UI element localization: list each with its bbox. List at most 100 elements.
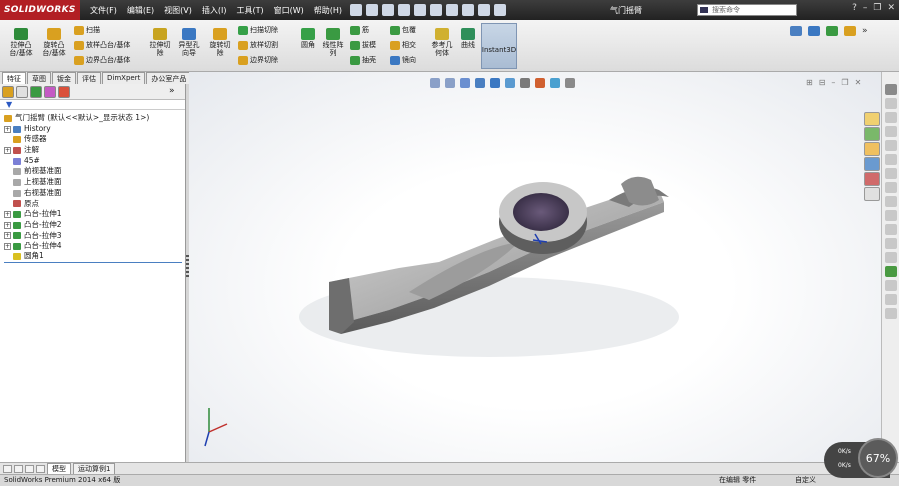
- menu-file[interactable]: 文件(F): [90, 5, 117, 16]
- undo-icon[interactable]: [430, 4, 443, 16]
- select-icon[interactable]: [446, 4, 459, 16]
- expand-ribbon-icon[interactable]: »: [862, 26, 868, 36]
- extrude-cut-button[interactable]: 拉伸切 除: [148, 28, 172, 57]
- menu-tools[interactable]: 工具(T): [236, 5, 263, 16]
- tree-item-fillet1[interactable]: 圆角1: [4, 251, 182, 263]
- viewport-minimize-icon[interactable]: –: [831, 78, 835, 87]
- menu-window[interactable]: 窗口(W): [274, 5, 304, 16]
- zoom-to-area-icon[interactable]: [445, 78, 455, 88]
- expand-toggle[interactable]: +: [4, 146, 11, 154]
- viewport-restore-icon[interactable]: ❐: [841, 78, 848, 87]
- save-icon[interactable]: [398, 4, 411, 16]
- search-commands-input[interactable]: 搜索命令: [697, 4, 797, 16]
- section-view-icon[interactable]: [475, 78, 485, 88]
- offset-icon[interactable]: [885, 224, 897, 235]
- sweep-button[interactable]: 扫描: [74, 25, 100, 35]
- apply-scene-icon[interactable]: [550, 78, 560, 88]
- photoview-icon[interactable]: [844, 26, 856, 36]
- extrude-boss-button[interactable]: 拉伸凸 台/基体: [6, 28, 36, 57]
- tab-features[interactable]: 特征: [2, 72, 26, 84]
- expand-toggle[interactable]: +: [4, 243, 11, 251]
- loft-boss-button[interactable]: 放样凸台/基体: [74, 40, 130, 50]
- smart-dimension-icon[interactable]: [885, 98, 897, 109]
- shell-button[interactable]: 抽壳: [350, 55, 376, 65]
- toolbox-icon[interactable]: [808, 26, 820, 36]
- tree-item-annotations[interactable]: + 注解: [4, 145, 185, 156]
- menu-view[interactable]: 视图(V): [164, 5, 192, 16]
- simulation-icon[interactable]: [826, 26, 838, 36]
- file-explorer-icon[interactable]: [864, 142, 880, 156]
- mirror-entities-icon[interactable]: [885, 238, 897, 249]
- tile-view-icon[interactable]: ⊟: [819, 78, 826, 87]
- file-properties-icon[interactable]: [478, 4, 491, 16]
- circle-icon[interactable]: [885, 140, 897, 151]
- fillet-button[interactable]: 圆角: [296, 28, 320, 49]
- restore-icon[interactable]: ❐: [873, 3, 881, 13]
- last-tab-icon[interactable]: [36, 464, 45, 473]
- trim-icon[interactable]: [885, 210, 897, 221]
- close-icon[interactable]: ✕: [887, 3, 895, 13]
- graphics-area[interactable]: [189, 72, 881, 462]
- tab-office-products[interactable]: 办公室产品: [146, 72, 192, 84]
- zoom-to-fit-icon[interactable]: [430, 78, 440, 88]
- revolve-boss-button[interactable]: 旋转凸 台/基体: [38, 28, 70, 57]
- menu-insert[interactable]: 插入(I): [202, 5, 227, 16]
- open-icon[interactable]: [382, 4, 395, 16]
- mirror-button[interactable]: 镜向: [390, 55, 416, 65]
- status-units[interactable]: 自定义: [795, 475, 816, 486]
- instant3d-button[interactable]: Instant3D: [481, 23, 517, 69]
- new-icon[interactable]: [366, 4, 379, 16]
- quick-snaps-icon[interactable]: [885, 294, 897, 305]
- hole-wizard-button[interactable]: 异型孔 向导: [174, 28, 204, 57]
- view-settings-icon[interactable]: [565, 78, 575, 88]
- boundary-boss-button[interactable]: 边界凸台/基体: [74, 55, 130, 65]
- swept-cut-button[interactable]: 扫描切除: [238, 25, 278, 35]
- previous-view-icon[interactable]: [460, 78, 470, 88]
- appearances-icon[interactable]: [864, 172, 880, 186]
- tree-item-boss-extrude3[interactable]: + 凸台-拉伸3: [4, 231, 185, 242]
- pin-icon[interactable]: [350, 4, 363, 16]
- configuration-manager-icon[interactable]: [30, 85, 42, 98]
- tree-item-boss-extrude2[interactable]: + 凸台-拉伸2: [4, 220, 185, 231]
- split-view-icon[interactable]: ⊞: [806, 78, 813, 87]
- dimxpert-manager-icon[interactable]: [44, 85, 56, 98]
- tab-motion-study[interactable]: 运动算例1: [73, 462, 116, 475]
- expand-toggle[interactable]: +: [4, 211, 11, 219]
- view-orientation-icon[interactable]: [490, 78, 500, 88]
- tab-dimxpert[interactable]: DimXpert: [102, 72, 146, 84]
- expand-panel-icon[interactable]: »: [169, 86, 181, 98]
- print-icon[interactable]: [414, 4, 427, 16]
- custom-properties-icon[interactable]: [864, 187, 880, 201]
- design-library-icon[interactable]: [864, 127, 880, 141]
- tree-item-material[interactable]: 45#: [4, 156, 185, 167]
- first-tab-icon[interactable]: [3, 464, 12, 473]
- rib-button[interactable]: 筋: [350, 25, 369, 35]
- display-manager-icon[interactable]: [58, 85, 70, 98]
- solidworks-resources-icon[interactable]: [864, 112, 880, 126]
- polygon-icon[interactable]: [885, 168, 897, 179]
- reference-geometry-button[interactable]: 参考几 何体: [428, 28, 456, 57]
- hide-show-items-icon[interactable]: [520, 78, 530, 88]
- edit-appearance-icon[interactable]: [535, 78, 545, 88]
- previous-tab-icon[interactable]: [14, 464, 23, 473]
- display-relations-icon[interactable]: [885, 266, 897, 277]
- viewport-close-icon[interactable]: ✕: [855, 78, 862, 87]
- tab-sheet-metal[interactable]: 钣金: [52, 72, 76, 84]
- tree-item-origin[interactable]: 原点: [4, 199, 185, 210]
- menu-edit[interactable]: 编辑(E): [127, 5, 154, 16]
- tree-root-part[interactable]: 气门摇臂 (默认<<默认>_显示状态 1>): [4, 113, 185, 124]
- tree-item-boss-extrude1[interactable]: + 凸台-拉伸1: [4, 209, 185, 220]
- linear-pattern-button[interactable]: 线性阵 列: [320, 28, 346, 57]
- expand-toggle[interactable]: +: [4, 232, 11, 240]
- linear-sketch-pattern-icon[interactable]: [885, 252, 897, 263]
- wrap-button[interactable]: 包覆: [390, 25, 416, 35]
- tab-model[interactable]: 模型: [47, 462, 71, 475]
- expand-toggle[interactable]: +: [4, 221, 11, 229]
- repair-sketch-icon[interactable]: [885, 280, 897, 291]
- tree-item-sensors[interactable]: 传感器: [4, 134, 185, 145]
- tab-sketch[interactable]: 草图: [27, 72, 51, 84]
- boundary-cut-button[interactable]: 边界切除: [238, 55, 278, 65]
- curves-button[interactable]: 曲线: [456, 28, 480, 49]
- tree-item-right-plane[interactable]: 右视基准面: [4, 188, 185, 199]
- line-icon[interactable]: [885, 112, 897, 123]
